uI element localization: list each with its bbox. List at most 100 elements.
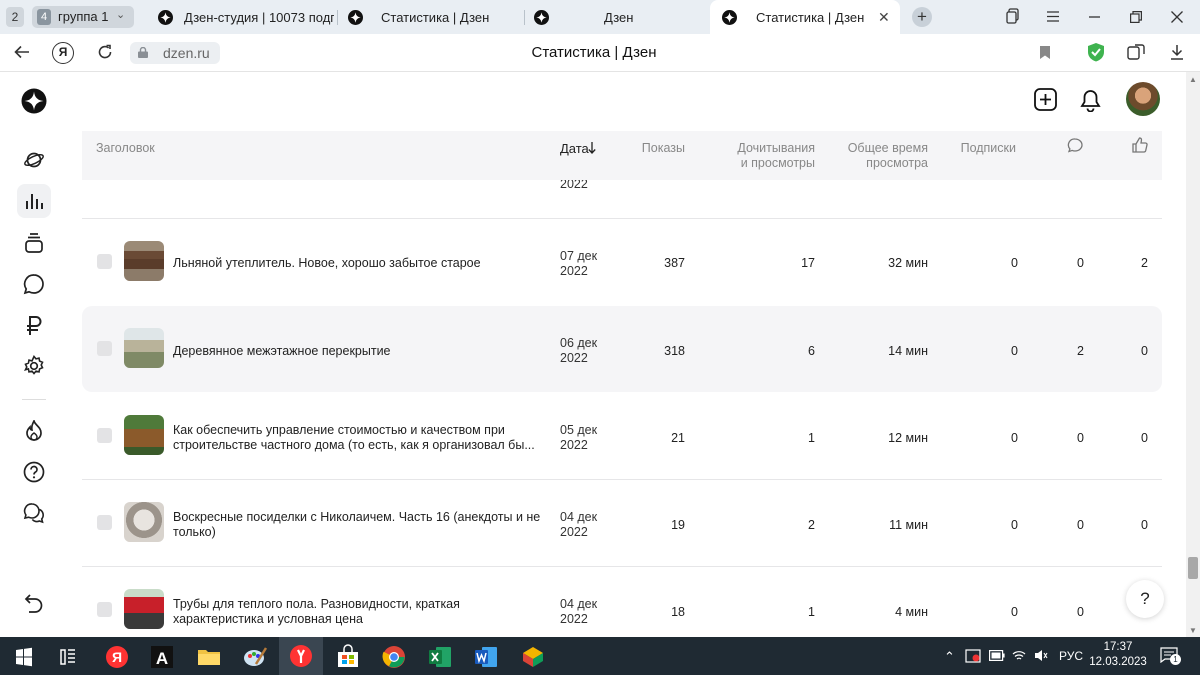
tray-chevron-up-icon[interactable]: ⌃ xyxy=(944,649,955,665)
table-row[interactable]: Деревянное межэтажное перекрытие 06 дек 2… xyxy=(82,306,1162,392)
row-checkbox[interactable] xyxy=(97,515,112,530)
article-title[interactable]: Трубы для теплого пола. Разновидности, к… xyxy=(173,597,553,627)
chat-icon[interactable] xyxy=(17,496,51,530)
tab-group-count: 4 xyxy=(37,9,51,25)
restore-icon[interactable] xyxy=(1130,11,1142,23)
avatar[interactable] xyxy=(1126,82,1160,116)
article-title[interactable]: Воскресные посиделки с Николаичем. Часть… xyxy=(173,510,553,540)
help-button[interactable]: ? xyxy=(1126,580,1164,618)
table-row[interactable]: Как обеспечить управление стоимостью и к… xyxy=(82,393,1162,479)
table-row[interactable]: Трубы для теплого пола. Разновидности, к… xyxy=(82,567,1162,637)
dzen-logo-icon[interactable] xyxy=(17,84,51,118)
table-row[interactable]: Воскресные посиделки с Николаичем. Часть… xyxy=(82,480,1162,566)
article-thumbnail xyxy=(124,241,164,281)
store-icon[interactable] xyxy=(335,644,361,670)
battery-icon[interactable] xyxy=(989,650,1005,661)
row-checkbox[interactable] xyxy=(97,341,112,356)
comments-cell: 0 xyxy=(1077,518,1084,532)
file-explorer-icon[interactable] xyxy=(196,644,222,670)
tab-group[interactable]: 4 группа 1 ⌄ xyxy=(32,6,134,28)
yandex-taskbar-active[interactable] xyxy=(279,637,323,675)
collections-icon[interactable] xyxy=(1006,8,1020,24)
tab-dzen-studio[interactable]: Дзен-студия | 10073 подп xyxy=(158,0,336,34)
row-checkbox[interactable] xyxy=(97,254,112,269)
tab-stats-active[interactable]: Статистика | Дзен ✕ xyxy=(710,0,900,34)
windows-start-icon[interactable] xyxy=(11,644,37,670)
col-reads[interactable]: Дочитывания и просмотры xyxy=(715,141,815,171)
article-title[interactable]: Льняной утеплитель. Новое, хорошо забыто… xyxy=(173,256,553,271)
chevron-down-icon[interactable]: ⌄ xyxy=(116,8,125,21)
col-time[interactable]: Общее время просмотра xyxy=(828,141,928,171)
ruble-icon[interactable] xyxy=(17,309,51,343)
scroll-up-icon[interactable]: ▲ xyxy=(1189,75,1197,84)
language-indicator[interactable]: РУС xyxy=(1059,649,1083,663)
subs-cell: 0 xyxy=(1011,605,1018,619)
tab-label: Дзен xyxy=(604,10,634,25)
word-icon[interactable] xyxy=(473,644,499,670)
settings-icon[interactable] xyxy=(17,349,51,383)
notifications-icon[interactable]: 1 xyxy=(1160,647,1181,665)
download-icon[interactable] xyxy=(1170,44,1184,60)
scrollbar[interactable]: ▲ ▼ xyxy=(1186,72,1200,637)
bookmark-icon[interactable] xyxy=(1039,45,1051,60)
clock[interactable]: 17:37 12.03.2023 xyxy=(1086,640,1150,670)
security-tray-icon[interactable] xyxy=(965,649,981,663)
reads-cell: 1 xyxy=(808,431,815,445)
paint-3d-icon[interactable] xyxy=(520,644,546,670)
tab-label: Статистика | Дзен xyxy=(381,10,490,25)
planet-icon[interactable] xyxy=(17,143,51,177)
volume-icon[interactable] xyxy=(1034,649,1048,662)
layers-icon[interactable] xyxy=(17,226,51,260)
fire-icon[interactable] xyxy=(17,414,51,448)
bell-icon[interactable] xyxy=(1080,89,1101,112)
wifi-icon[interactable] xyxy=(1012,649,1026,662)
comment-col-icon[interactable] xyxy=(1067,138,1083,153)
minimize-icon[interactable] xyxy=(1089,16,1100,18)
paint-icon[interactable] xyxy=(242,644,268,670)
menu-icon[interactable] xyxy=(1047,11,1059,22)
scroll-down-icon[interactable]: ▼ xyxy=(1189,626,1197,635)
chrome-icon[interactable] xyxy=(381,644,407,670)
help-icon[interactable] xyxy=(17,455,51,489)
undo-icon[interactable] xyxy=(17,587,51,621)
tab-group-counter[interactable]: 2 xyxy=(6,7,24,27)
col-date[interactable]: Дата xyxy=(560,141,596,156)
task-view-icon[interactable] xyxy=(55,644,81,670)
excel-icon[interactable] xyxy=(427,644,453,670)
col-title[interactable]: Заголовок xyxy=(96,141,155,156)
yandex-browser-icon[interactable]: Я xyxy=(104,644,130,670)
dzen-favicon-icon xyxy=(534,10,549,25)
close-icon[interactable]: ✕ xyxy=(878,9,890,26)
font-app-icon[interactable]: A xyxy=(149,644,175,670)
comments-cell: 0 xyxy=(1077,256,1084,270)
new-tab-button[interactable]: + xyxy=(912,7,932,27)
tab-dzen[interactable]: Дзен xyxy=(534,0,704,34)
close-window-icon[interactable] xyxy=(1171,11,1183,23)
article-thumbnail xyxy=(124,502,164,542)
subs-cell: 0 xyxy=(1011,431,1018,445)
article-title[interactable]: Деревянное межэтажное перекрытие xyxy=(173,344,553,359)
tab-label: Статистика | Дзен xyxy=(756,10,865,25)
date-cell: 07 дек 2022 xyxy=(560,249,598,278)
col-subs[interactable]: Подписки xyxy=(936,141,1016,156)
article-title[interactable]: Как обеспечить управление стоимостью и к… xyxy=(173,423,553,453)
reads-cell: 1 xyxy=(808,605,815,619)
col-views[interactable]: Показы xyxy=(630,141,685,156)
scrollbar-thumb[interactable] xyxy=(1188,557,1198,579)
reader-icon[interactable] xyxy=(1127,44,1145,60)
col-time-line2: просмотра xyxy=(866,156,928,170)
shield-icon[interactable] xyxy=(1087,42,1105,62)
create-icon[interactable] xyxy=(1034,88,1057,111)
row-checkbox[interactable] xyxy=(97,428,112,443)
stats-icon[interactable] xyxy=(17,184,51,218)
subs-cell: 0 xyxy=(1011,256,1018,270)
row-checkbox[interactable] xyxy=(97,602,112,617)
col-reads-line2: и просмотры xyxy=(740,156,815,170)
table-row[interactable]: Льняной утеплитель. Новое, хорошо забыто… xyxy=(82,219,1162,305)
dzen-favicon-icon xyxy=(722,10,737,25)
tab-stats-1[interactable]: Статистика | Дзен xyxy=(348,0,528,34)
like-col-icon[interactable] xyxy=(1132,137,1148,153)
comment-icon[interactable] xyxy=(17,267,51,301)
views-cell: 318 xyxy=(664,344,685,358)
time-cell: 12 мин xyxy=(888,431,928,445)
